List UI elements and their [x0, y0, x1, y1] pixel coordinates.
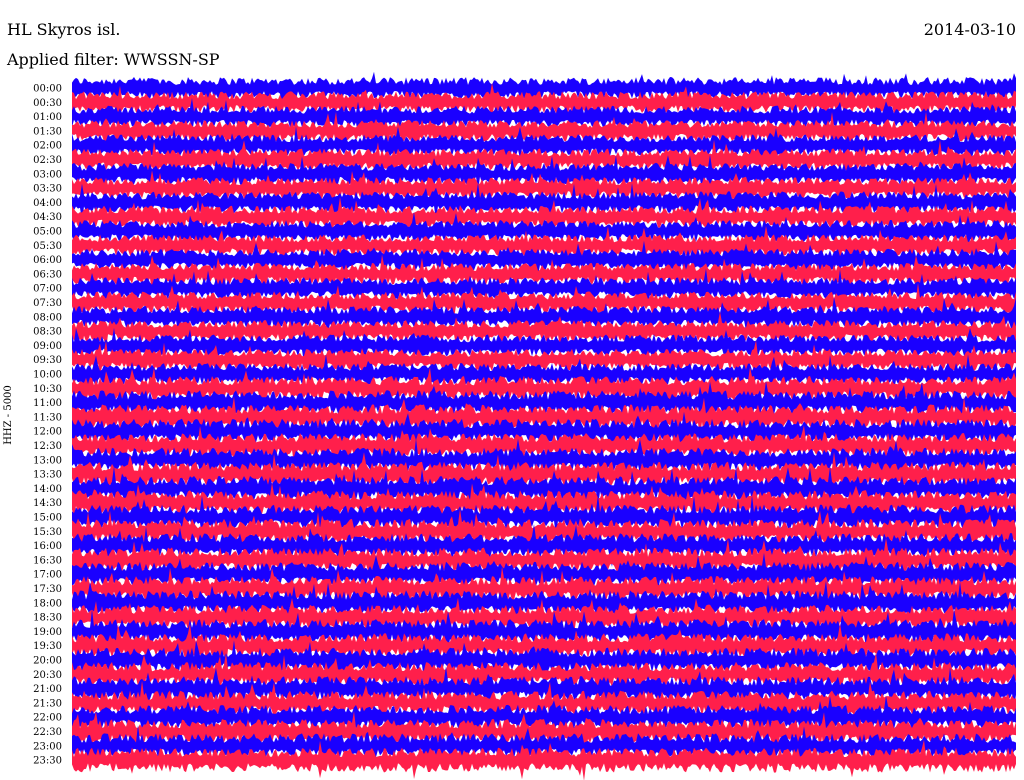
time-tick-label: 17:30 — [33, 584, 62, 595]
time-tick-label: 20:30 — [33, 670, 62, 681]
time-tick-label: 03:30 — [33, 184, 62, 195]
time-tick-label: 22:30 — [33, 727, 62, 738]
time-tick-label: 05:00 — [33, 227, 62, 238]
time-tick-label: 20:00 — [33, 656, 62, 667]
time-tick-label: 08:30 — [33, 327, 62, 338]
time-tick-label: 10:00 — [33, 370, 62, 381]
time-tick-label: 01:30 — [33, 126, 62, 137]
time-tick-label: 16:00 — [33, 541, 62, 552]
time-tick-label: 13:00 — [33, 455, 62, 466]
time-tick-label: 21:00 — [33, 684, 62, 695]
time-tick-label: 05:30 — [33, 241, 62, 252]
time-tick-label: 02:00 — [33, 141, 62, 152]
time-tick-label: 15:30 — [33, 527, 62, 538]
time-tick-label: 04:30 — [33, 212, 62, 223]
time-tick-label: 19:00 — [33, 627, 62, 638]
time-tick-label: 06:30 — [33, 269, 62, 280]
time-tick-label: 23:30 — [33, 756, 62, 767]
seismogram-plot: 00:00 00:30 01:00 01:30 02:00 02:30 03:00 03:30… — [33, 71, 1016, 780]
time-tick-label: 15:00 — [33, 513, 62, 524]
time-tick-label: 01:00 — [33, 112, 62, 123]
time-tick-label: 17:00 — [33, 570, 62, 581]
time-tick-label: 09:00 — [33, 341, 62, 352]
time-tick-label: 23:00 — [33, 741, 62, 752]
time-tick-label: 09:30 — [33, 355, 62, 366]
time-tick-label: 06:00 — [33, 255, 62, 266]
time-tick-label: 07:00 — [33, 284, 62, 295]
time-tick-label: 11:00 — [33, 398, 62, 409]
time-tick-label: 10:30 — [33, 384, 62, 395]
time-tick-label: 21:30 — [33, 698, 62, 709]
time-tick-label: 14:30 — [33, 498, 62, 509]
time-tick-label: 00:00 — [33, 84, 62, 95]
time-tick-label: 19:30 — [33, 641, 62, 652]
time-tick-label: 22:00 — [33, 713, 62, 724]
time-tick-label: 18:30 — [33, 613, 62, 624]
time-tick-label: 03:00 — [33, 169, 62, 180]
time-tick-label: 08:00 — [33, 312, 62, 323]
time-tick-label: 02:30 — [33, 155, 62, 166]
time-tick-label: 00:30 — [33, 98, 62, 109]
time-tick-label: 18:00 — [33, 598, 62, 609]
time-tick-label: 13:30 — [33, 470, 62, 481]
time-tick-label: 11:30 — [33, 412, 62, 423]
time-tick-label: 12:00 — [33, 427, 62, 438]
time-tick-label: 07:30 — [33, 298, 62, 309]
time-tick-label: 14:00 — [33, 484, 62, 495]
time-tick-label: 12:30 — [33, 441, 62, 452]
time-tick-label: 16:30 — [33, 555, 62, 566]
time-tick-label: 04:00 — [33, 198, 62, 209]
